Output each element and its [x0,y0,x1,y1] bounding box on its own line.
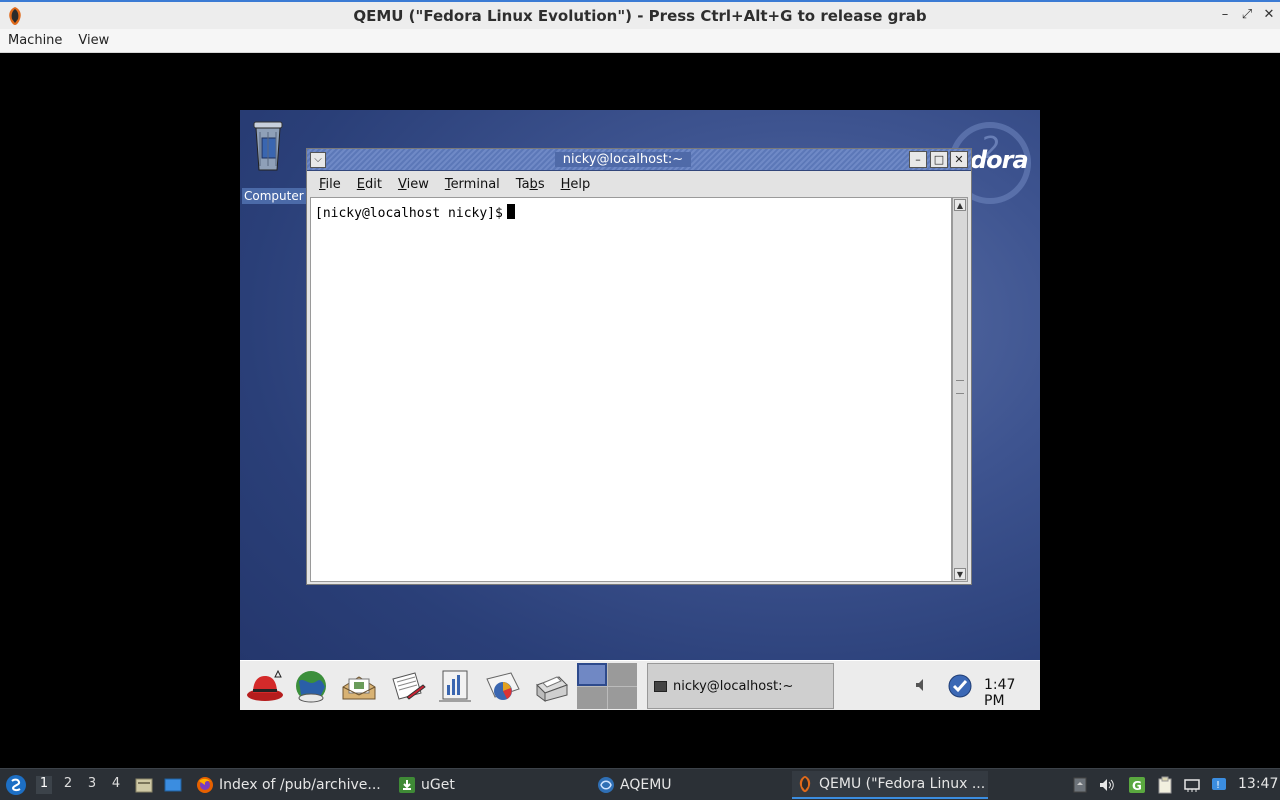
trash-can-icon [253,121,283,171]
taskbar-item-qemu[interactable]: QEMU ("Fedora Linux ... [792,771,988,799]
scroll-down-arrow-icon[interactable]: ▼ [954,568,966,580]
terminal-title: nicky@localhost:~ [333,149,913,170]
terminal-menu-help[interactable]: Help [553,177,599,192]
pager-workspace-2[interactable] [607,663,637,686]
terminal-output-area[interactable]: [nicky@localhost nicky]$ [310,197,952,582]
redhat-menu-icon[interactable] [244,667,284,705]
terminal-menu-edit[interactable]: Edit [349,177,390,192]
workspace-1-button[interactable]: 1 [36,776,52,794]
email-icon[interactable] [339,667,379,705]
terminal-prompt: [nicky@localhost nicky]$ [315,204,515,221]
vm-display[interactable]: Computer ic 2 dora ⌵ nicky@localhost:~ –… [240,110,1040,710]
terminal-titlebar[interactable]: ⌵ nicky@localhost:~ – □ ✕ [307,149,971,171]
menu-view[interactable]: View [70,33,117,48]
pager-workspace-3[interactable] [577,686,607,709]
aqemu-icon [598,777,614,793]
terminal-window[interactable]: ⌵ nicky@localhost:~ – □ ✕ File Edit View… [306,148,972,585]
vm-clock[interactable]: 1:47 PM [984,677,1040,709]
update-checkmark-icon[interactable] [948,674,972,698]
uget-icon [399,777,415,793]
notification-tray-icon[interactable]: ! [1210,776,1228,794]
close-icon[interactable]: ✕ [1261,7,1277,23]
maximize-icon[interactable]: ⤢ [1239,7,1255,23]
taskbar-clock[interactable]: 13:47 [1238,776,1278,792]
taskbar-item-uget[interactable]: uGet [398,771,455,799]
show-desktop-icon[interactable] [164,776,182,794]
scrollbar-grip[interactable] [956,380,964,394]
terminal-maximize-button[interactable]: □ [930,151,948,168]
terminal-scrollbar[interactable]: ▲ ▼ [952,197,968,582]
desktop-icon-label: Computer ic [242,188,312,204]
presentation-icon[interactable] [435,667,475,705]
terminal-menu-view[interactable]: View [390,177,437,192]
terminal-close-button[interactable]: ✕ [950,151,968,168]
terminal-icon [654,680,667,692]
workspace-2-button[interactable]: 2 [60,776,76,794]
clipboard-tray-icon[interactable] [1156,776,1174,794]
qemu-icon [799,775,811,793]
host-window-titlebar[interactable]: QEMU ("Fedora Linux Evolution") - Press … [0,0,1280,29]
host-taskbar: 1 2 3 4 Index of /pub/archive... uGet AQ… [0,768,1280,800]
vm-task-label: nicky@localhost:~ [673,678,794,694]
scroll-up-arrow-icon[interactable]: ▲ [954,199,966,211]
writer-icon[interactable] [387,667,427,705]
pager-workspace-1[interactable] [577,663,607,686]
volume-tray-icon[interactable] [1098,776,1116,794]
uget-tray-icon[interactable]: G [1128,776,1146,794]
print-manager-icon[interactable] [531,667,571,705]
network-tray-icon[interactable] [1183,776,1201,794]
host-window-title: QEMU ("Fedora Linux Evolution") - Press … [353,6,927,25]
fedora-logo-text: dora [970,146,1029,174]
svg-text:G: G [1132,779,1142,793]
spreadsheet-icon[interactable] [483,667,523,705]
start-menu-icon[interactable] [4,773,28,797]
pager-workspace-4[interactable] [607,686,637,709]
storage-tray-icon[interactable] [1071,776,1089,794]
window-menu-button[interactable]: ⌵ [310,152,326,168]
terminal-minimize-button[interactable]: – [909,151,927,168]
web-browser-icon[interactable] [291,667,331,705]
taskbar-item-firefox[interactable]: Index of /pub/archive... [196,771,381,799]
host-menubar: Machine View [0,29,1280,53]
qemu-app-icon [9,7,21,25]
workspace-pager[interactable] [577,663,637,709]
desktop-computer-icon[interactable]: Computer ic [242,116,312,204]
workspace-4-button[interactable]: 4 [108,776,124,794]
terminal-menu-tabs[interactable]: Tabs [508,177,553,192]
svg-text:!: ! [1216,780,1220,791]
terminal-menu-terminal[interactable]: Terminal [437,177,508,192]
terminal-menu-file[interactable]: File [311,177,349,192]
minimize-icon[interactable]: – [1217,7,1233,23]
menu-machine[interactable]: Machine [0,33,70,48]
volume-icon[interactable] [914,677,930,693]
terminal-menubar: File Edit View Terminal Tabs Help [307,172,971,196]
file-manager-icon[interactable] [135,776,153,794]
taskbar-item-aqemu[interactable]: AQEMU [597,771,672,799]
vm-taskbar-terminal-button[interactable]: nicky@localhost:~ [647,663,834,709]
vm-bottom-panel: nicky@localhost:~ 1:47 PM [240,660,1040,710]
workspace-3-button[interactable]: 3 [84,776,100,794]
terminal-cursor [506,204,515,219]
firefox-icon [197,777,213,793]
